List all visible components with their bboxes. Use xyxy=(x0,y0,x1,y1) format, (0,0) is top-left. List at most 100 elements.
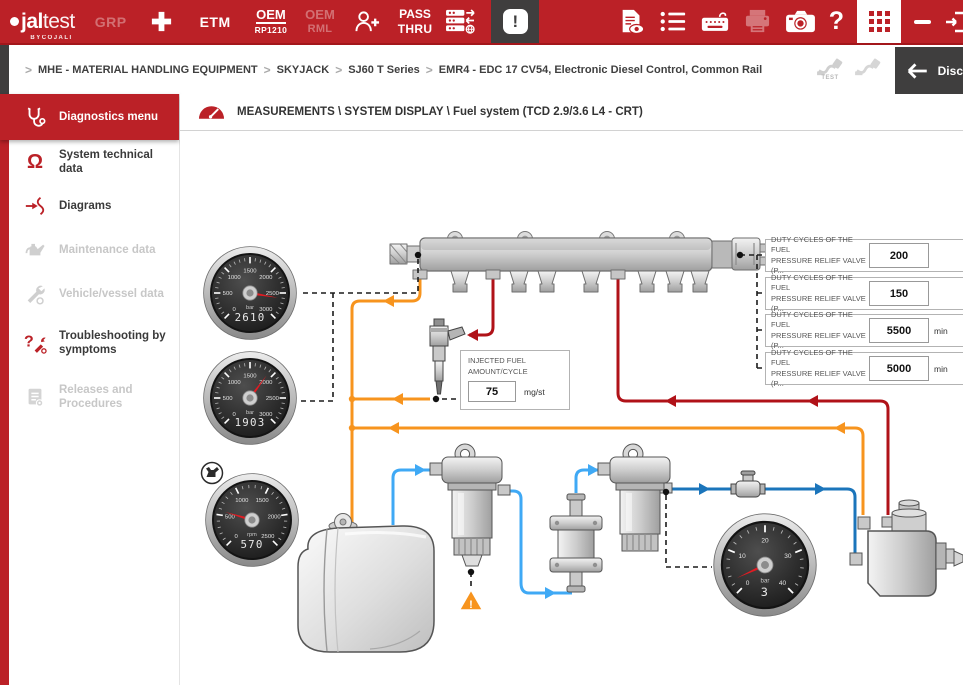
rail-pressure-setpoint-gauge: 050010001500200025003000 bar 1903 xyxy=(202,350,298,446)
sidebar-item-diagnostics-menu[interactable]: Diagnostics menu xyxy=(0,94,179,140)
exit-door-icon xyxy=(944,9,963,35)
connection-test-button[interactable]: TEST xyxy=(815,53,845,81)
logo-dot-icon xyxy=(10,17,19,26)
engine-speed-gauge: 05001000150020002500 rpm 570 xyxy=(204,472,300,568)
sidebar-item-label: Maintenance data xyxy=(59,243,156,257)
svg-text:1903: 1903 xyxy=(235,416,266,429)
common-rail xyxy=(390,232,770,293)
bullet-list-icon xyxy=(659,10,687,33)
gauge-icon xyxy=(198,104,225,120)
measurement-label: DUTY CYCLES OF THE FUELPRESSURE RELIEF V… xyxy=(766,273,867,314)
fuel-system-canvas: ! 050010001500200025003000 bar 2610 xyxy=(180,131,963,685)
svg-text:500: 500 xyxy=(223,396,234,402)
breadcrumb-item-model[interactable]: SJ60 T Series xyxy=(348,64,420,76)
apps-grid-button[interactable] xyxy=(857,0,901,43)
measurement-row: DUTY CYCLES OF THE FUELPRESSURE RELIEF V… xyxy=(765,239,963,272)
wrench-icon xyxy=(22,283,48,305)
check-valve xyxy=(731,471,765,497)
virtual-keyboard-button[interactable] xyxy=(700,9,730,34)
breadcrumb-item-system[interactable]: EMR4 - EDC 17 CV54, Electronic Diesel Co… xyxy=(439,64,762,76)
ecu-data-button[interactable] xyxy=(444,8,477,35)
sidebar-item-maintenance-data[interactable]: Maintenance data xyxy=(9,228,179,272)
warnings-button[interactable]: ! xyxy=(503,9,528,34)
list-view-button[interactable] xyxy=(659,10,687,33)
brand-light: test xyxy=(43,10,75,34)
oem-rp1210-button[interactable]: OEM RP1210 xyxy=(255,8,288,35)
add-user-button[interactable] xyxy=(353,9,382,34)
question-wrench-icon: ? xyxy=(22,332,48,354)
circuit-diagram-icon xyxy=(22,195,48,217)
svg-text:?: ? xyxy=(24,334,34,351)
add-button[interactable] xyxy=(149,9,174,34)
measurement-value: 150 xyxy=(869,281,929,306)
sidebar-item-troubleshooting-by-symptoms[interactable]: ? Troubleshooting by symptoms xyxy=(9,316,179,370)
oil-can-icon xyxy=(22,241,48,259)
report-preview-button[interactable] xyxy=(618,8,646,36)
sidebar-item-releases-and-procedures[interactable]: Releases and Procedures xyxy=(9,370,179,424)
disconnect-back-button[interactable]: Disc xyxy=(895,47,963,95)
keyboard-icon xyxy=(700,9,730,34)
svg-text:bar: bar xyxy=(246,410,254,416)
measurement-label: DUTY CYCLES OF THE FUELPRESSURE RELIEF V… xyxy=(766,310,867,351)
sidebar-item-label: Diagrams xyxy=(59,199,111,213)
connector-cable-icon xyxy=(815,53,845,77)
svg-text:2000: 2000 xyxy=(259,275,273,281)
measurement-value: 200 xyxy=(869,243,929,268)
disconnect-label: Disc xyxy=(938,64,963,78)
measurement-unit: min xyxy=(934,326,948,336)
svg-text:2000: 2000 xyxy=(268,515,282,521)
water-in-fuel-warning-icon: ! xyxy=(460,590,483,611)
help-button[interactable]: ? xyxy=(829,7,844,36)
svg-text:500: 500 xyxy=(225,515,236,521)
svg-text:40: 40 xyxy=(779,580,787,587)
svg-text:1500: 1500 xyxy=(243,269,257,275)
person-plus-icon xyxy=(353,9,382,34)
fuel-tank xyxy=(298,514,434,653)
svg-text:rpm: rpm xyxy=(247,532,257,538)
sidebar-item-diagrams[interactable]: Diagrams xyxy=(9,184,179,228)
svg-text:bar: bar xyxy=(761,578,770,585)
rail-pressure-gauge: 050010001500200025003000 bar 2610 xyxy=(202,245,298,341)
print-button[interactable] xyxy=(743,8,772,35)
connection-status-button[interactable] xyxy=(853,53,883,77)
svg-text:1000: 1000 xyxy=(228,275,242,281)
plus-icon xyxy=(149,9,174,34)
fuel-prefilter xyxy=(430,444,510,566)
measurement-label: DUTY CYCLES OF THE FUELPRESSURE RELIEF V… xyxy=(766,348,867,389)
svg-text:2610: 2610 xyxy=(235,311,266,324)
left-dark-notch xyxy=(0,45,9,95)
minimize-button[interactable] xyxy=(914,20,931,24)
breadcrumb-item-equipment-type[interactable]: MHE - MATERIAL HANDLING EQUIPMENT xyxy=(38,64,258,76)
svg-text:3: 3 xyxy=(761,585,770,599)
sidebar-item-system-technical-data[interactable]: Ω System technical data xyxy=(9,140,179,184)
screenshot-button[interactable] xyxy=(785,9,816,34)
breadcrumb-item-make[interactable]: SKYJACK xyxy=(277,64,330,76)
svg-text:0: 0 xyxy=(746,580,750,587)
svg-text:20: 20 xyxy=(761,538,769,545)
svg-text:1500: 1500 xyxy=(256,498,270,504)
sidebar-item-label: Troubleshooting by symptoms xyxy=(59,329,171,358)
oem-rml-button[interactable]: OEM RML xyxy=(305,8,335,35)
svg-text:10: 10 xyxy=(738,553,746,560)
svg-text:1000: 1000 xyxy=(228,380,242,386)
measurements-header: MEASUREMENTS \ SYSTEM DISPLAY \ Fuel sys… xyxy=(180,94,963,131)
measurement-label: INJECTED FUELAMOUNT/CYCLE xyxy=(461,351,569,377)
back-arrow-icon xyxy=(906,61,929,81)
brand-bold: jal xyxy=(21,10,43,34)
etm-button[interactable]: ETM xyxy=(200,14,231,30)
high-pressure-pump xyxy=(850,500,963,596)
measurement-row: DUTY CYCLES OF THE FUELPRESSURE RELIEF V… xyxy=(765,352,963,385)
toolbar-right-group: ? xyxy=(618,0,963,43)
low-pressure-gauge: 010203040 bar 3 xyxy=(712,512,818,618)
printer-icon xyxy=(743,8,772,35)
exit-button[interactable] xyxy=(944,9,963,35)
sidebar-item-label: Releases and Procedures xyxy=(59,383,171,412)
server-transfer-icon xyxy=(444,8,477,35)
sidebar: Diagnostics menu Ω System technical data… xyxy=(0,94,180,685)
grp-button[interactable]: GRP xyxy=(95,14,127,30)
svg-text:500: 500 xyxy=(223,291,234,297)
svg-text:570: 570 xyxy=(240,538,263,551)
sidebar-item-vehicle-vessel-data[interactable]: Vehicle/vessel data xyxy=(9,272,179,316)
pass-thru-button[interactable]: PASS THRU xyxy=(398,8,433,35)
jaltest-logo[interactable]: jaltest BYCOJALI xyxy=(10,10,75,34)
